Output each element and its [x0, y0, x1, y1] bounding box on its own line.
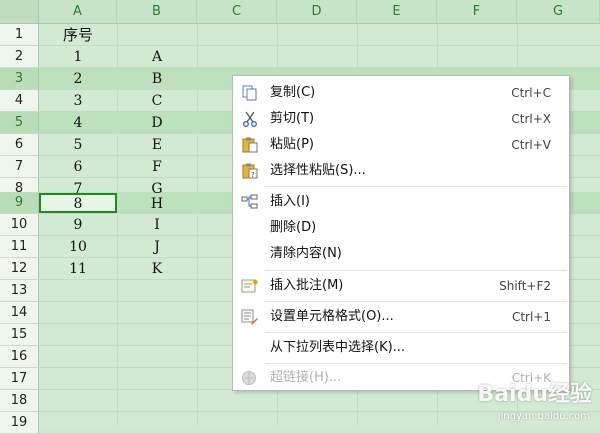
menu-item-paste-special[interactable]: ? 选择性粘贴(S)... [233, 158, 569, 184]
menu-separator [265, 363, 567, 364]
menu-item-label: 插入(I) [270, 194, 310, 209]
menu-item-format-cells[interactable]: 设置单元格格式(O)... Ctrl+1 [233, 304, 569, 330]
row-header-1[interactable]: 1 [0, 24, 39, 46]
row-header-19[interactable]: 19 [0, 412, 39, 434]
menu-item-shortcut: Shift+F2 [499, 279, 551, 293]
menu-item-delete[interactable]: 删除(D) [233, 215, 569, 241]
menu-item-shortcut: Ctrl+V [511, 138, 551, 152]
cell-a2[interactable]: 1 [39, 46, 117, 68]
format-cells-icon [241, 309, 259, 325]
cell-a12[interactable]: 11 [39, 258, 117, 280]
select-all-corner[interactable] [0, 0, 39, 24]
menu-item-label: 从下拉列表中选择(K)... [270, 340, 406, 355]
column-header-f[interactable]: F [437, 0, 517, 24]
row-header-15[interactable]: 15 [0, 324, 39, 346]
menu-separator [265, 332, 567, 333]
column-header-g[interactable]: G [517, 0, 600, 24]
menu-item-label: 剪切(T) [270, 111, 315, 126]
hyperlink-icon [241, 370, 259, 386]
row-header-12[interactable]: 12 [0, 258, 39, 280]
comment-icon: ✸ [241, 278, 259, 294]
cell-b12[interactable]: K [117, 258, 197, 280]
cell-b9[interactable]: H [117, 193, 197, 215]
insert-icon [241, 194, 259, 210]
cell-b4[interactable]: C [117, 90, 197, 112]
row-header-14[interactable]: 14 [0, 302, 39, 324]
menu-separator [265, 301, 567, 302]
menu-item-paste[interactable]: 粘贴(P) Ctrl+V [233, 132, 569, 158]
menu-item-shortcut: Ctrl+1 [511, 310, 551, 324]
cell-a9[interactable]: 8 [39, 193, 117, 215]
svg-text:✸: ✸ [252, 278, 259, 287]
menu-separator [265, 270, 567, 271]
cell-a10[interactable]: 9 [39, 214, 117, 236]
menu-item-insert-comment[interactable]: ✸ 插入批注(M) Shift+F2 [233, 273, 569, 299]
svg-text:?: ? [251, 171, 255, 179]
menu-item-label: 删除(D) [270, 220, 317, 235]
menu-item-cut[interactable]: 剪切(T) Ctrl+X [233, 106, 569, 132]
cell-a1[interactable]: 序号 [39, 24, 117, 46]
column-header-b[interactable]: B [117, 0, 197, 24]
cell-a11[interactable]: 10 [39, 236, 117, 258]
column-header-e[interactable]: E [357, 0, 437, 24]
menu-item-shortcut: Ctrl+X [511, 112, 551, 126]
column-header-a[interactable]: A [39, 0, 117, 24]
sheet-row[interactable] [39, 24, 600, 46]
column-header-d[interactable]: D [277, 0, 357, 24]
menu-separator [265, 186, 567, 187]
cell-b6[interactable]: E [117, 134, 197, 156]
row-header-18[interactable]: 18 [0, 390, 39, 412]
cell-a4[interactable]: 3 [39, 90, 117, 112]
watermark-url: jingyan.baidu.com [497, 411, 590, 422]
menu-item-label: 选择性粘贴(S)... [270, 163, 366, 178]
menu-item-copy[interactable]: 复制(C) Ctrl+C [233, 80, 569, 106]
row-header-2[interactable]: 2 [0, 46, 39, 68]
cell-b7[interactable]: F [117, 156, 197, 178]
menu-item-label: 超链接(H)... [270, 370, 342, 385]
row-header-9[interactable]: 9 [0, 192, 39, 214]
context-menu: 复制(C) Ctrl+C 剪切(T) Ctrl+X 粘贴(P) Ctrl+V ?… [232, 75, 570, 391]
row-header-13[interactable]: 13 [0, 280, 39, 302]
row-header-4[interactable]: 4 [0, 90, 39, 112]
column-header-c[interactable]: C [197, 0, 277, 24]
menu-item-pick-from-list[interactable]: 从下拉列表中选择(K)... [233, 335, 569, 361]
cell-a6[interactable]: 5 [39, 134, 117, 156]
cell-b2[interactable]: A [117, 46, 197, 68]
cell-b11[interactable]: J [117, 236, 197, 258]
watermark-logo: Baidu经验 [477, 382, 592, 407]
cell-b3[interactable]: B [117, 68, 197, 90]
menu-item-label: 插入批注(M) [270, 278, 344, 293]
row-header-7[interactable]: 7 [0, 156, 39, 178]
cell-b10[interactable]: I [117, 214, 197, 236]
menu-item-label: 清除内容(N) [270, 246, 342, 261]
row-header-16[interactable]: 16 [0, 346, 39, 368]
cell-b5[interactable]: D [117, 112, 197, 134]
menu-item-label: 粘贴(P) [270, 137, 314, 152]
cell-a5[interactable]: 4 [39, 112, 117, 134]
paste-special-icon: ? [241, 163, 259, 179]
row-header-17[interactable]: 17 [0, 368, 39, 390]
menu-item-label: 设置单元格格式(O)... [270, 309, 394, 324]
row-header-3[interactable]: 3 [0, 68, 39, 90]
menu-item-label: 复制(C) [270, 85, 316, 100]
cell-a7[interactable]: 6 [39, 156, 117, 178]
menu-item-clear-contents[interactable]: 清除内容(N) [233, 241, 569, 267]
scissors-icon [241, 111, 259, 127]
row-header-10[interactable]: 10 [0, 214, 39, 236]
menu-item-insert[interactable]: 插入(I) [233, 189, 569, 215]
copy-icon [241, 85, 259, 101]
row-header-5[interactable]: 5 [0, 112, 39, 134]
cell-a3[interactable]: 2 [39, 68, 117, 90]
row-header-11[interactable]: 11 [0, 236, 39, 258]
row-header-6[interactable]: 6 [0, 134, 39, 156]
paste-icon [241, 137, 259, 153]
menu-item-shortcut: Ctrl+C [511, 86, 551, 100]
